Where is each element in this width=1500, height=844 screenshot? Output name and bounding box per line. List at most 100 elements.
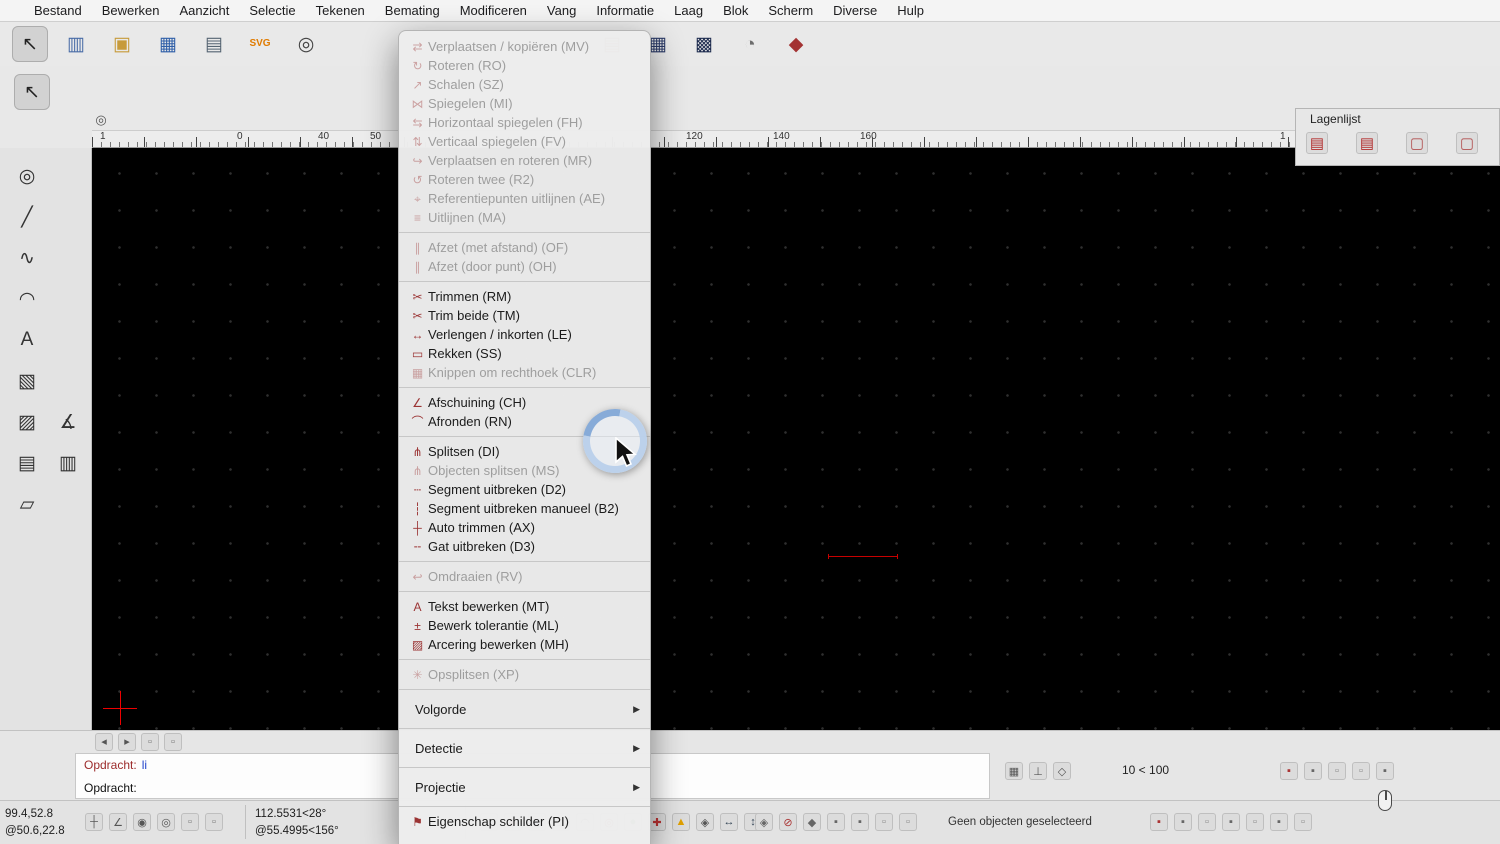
menu-item-volgorde[interactable]: Volgorde ▶ xyxy=(399,695,650,723)
layer-edit-button[interactable]: ▢ xyxy=(1406,132,1428,154)
menu-item-projectie[interactable]: Projectie ▶ xyxy=(399,773,650,801)
save-file-button[interactable]: ▦ xyxy=(150,26,186,62)
menu-item-objecten-splitsen-ms[interactable]: ⋔ Objecten splitsen (MS) xyxy=(399,461,650,480)
menu-item-auto-trimmen-ax[interactable]: ┼ Auto trimmen (AX) xyxy=(399,518,650,537)
menu-item-gat-uitbreken-d3[interactable]: ╌ Gat uitbreken (D3) xyxy=(399,537,650,556)
coord-polar-button[interactable]: ∠ xyxy=(109,813,127,831)
menubar-item-hulp[interactable]: Hulp xyxy=(887,0,934,22)
menu-item-segment-uitbreken-d2[interactable]: ┄ Segment uitbreken (D2) xyxy=(399,480,650,499)
view-widget-2-button[interactable]: ▪ xyxy=(1304,762,1322,780)
snap-free-button[interactable]: ◈ xyxy=(696,813,714,831)
widgets-panel-button[interactable]: ▥ xyxy=(58,26,94,62)
layer-add-button[interactable]: ▤ xyxy=(1306,132,1328,154)
menubar-item-aanzicht[interactable]: Aanzicht xyxy=(170,0,240,22)
snap-exclude-button[interactable]: ⊘ xyxy=(779,813,797,831)
text-tool-button[interactable]: A xyxy=(9,322,45,358)
menu-item-uitlijnen-ma[interactable]: ≡ Uitlijnen (MA) xyxy=(399,208,650,227)
strip-back-button[interactable]: ◂ xyxy=(95,732,113,751)
strip-widget-1-button[interactable]: ▫ xyxy=(141,732,159,751)
pointer-tool-button[interactable]: ↖ xyxy=(12,26,48,62)
dark-panel-button[interactable]: ▩ xyxy=(686,26,722,62)
misc-widget-4-button[interactable]: ▪ xyxy=(1222,813,1240,831)
snap-widget-1-button[interactable]: ▪ xyxy=(827,813,845,831)
menubar-item-laag[interactable]: Laag xyxy=(664,0,713,22)
menu-item-detectie[interactable]: Detectie ▶ xyxy=(399,734,650,762)
snap-entity-end-button[interactable]: ◆ xyxy=(803,813,821,831)
menu-item-omdraaien-rv[interactable]: ↩ Omdraaien (RV) xyxy=(399,567,650,586)
snap-widget-4-button[interactable]: ▫ xyxy=(899,813,917,831)
menu-item-roteren-twee-r2[interactable]: ↺ Roteren twee (R2) xyxy=(399,170,650,189)
layer-toggle-button[interactable]: ▢ xyxy=(1456,132,1478,154)
view-widget-4-button[interactable]: ▫ xyxy=(1352,762,1370,780)
misc-widget-2-button[interactable]: ▪ xyxy=(1174,813,1192,831)
menu-item-afschuining-ch[interactable]: ∠ Afschuining (CH) xyxy=(399,393,650,412)
menu-item-afzet-door-punt-oh[interactable]: ∥ Afzet (door punt) (OH) xyxy=(399,257,650,276)
menu-item-verplaatsen-en-roteren-mr[interactable]: ↪ Verplaatsen en roteren (MR) xyxy=(399,151,650,170)
menubar-item-informatie[interactable]: Informatie xyxy=(586,0,664,22)
menu-item-horizontaal-spiegelen-fh[interactable]: ⇆ Horizontaal spiegelen (FH) xyxy=(399,113,650,132)
zoom-small-button[interactable]: ◎ xyxy=(90,108,112,130)
menu-item-bewerk-tolerantie-ml[interactable]: ± Bewerk tolerantie (ML) xyxy=(399,616,650,635)
menu-item-verlengen-inkorten-le[interactable]: ↔ Verlengen / inkorten (LE) xyxy=(399,325,650,344)
coord-widget-2-button[interactable]: ▫ xyxy=(205,813,223,831)
pattern-tool-button[interactable]: ▥ xyxy=(50,445,86,481)
snap-reference-button[interactable]: ▲ xyxy=(672,813,690,831)
menu-item-verplaatsen-kopi-ren-mv[interactable]: ⇄ Verplaatsen / kopiëren (MV) xyxy=(399,37,650,56)
svg-export-button[interactable]: SVG xyxy=(242,26,278,62)
menubar-item-bemating[interactable]: Bemating xyxy=(375,0,450,22)
menubar-item-bestand[interactable]: Bestand xyxy=(24,0,92,22)
menubar-item-modificeren[interactable]: Modificeren xyxy=(450,0,537,22)
menubar-item-bewerken[interactable]: Bewerken xyxy=(92,0,170,22)
coord-widget-1-button[interactable]: ▫ xyxy=(181,813,199,831)
measure-tool-button[interactable]: ∡ xyxy=(50,404,86,440)
grid-toggle-button[interactable]: ▦ xyxy=(1005,762,1023,780)
coord-cartesian-button[interactable]: ┼ xyxy=(85,813,103,831)
menubar-item-blok[interactable]: Blok xyxy=(713,0,758,22)
menu-item-opsplitsen-xp[interactable]: ✳ Opsplitsen (XP) xyxy=(399,665,650,684)
image-tool-button[interactable]: ▧ xyxy=(9,363,45,399)
drawn-line-entity[interactable] xyxy=(828,554,898,559)
menu-item-schalen-sz[interactable]: ↗ Schalen (SZ) xyxy=(399,75,650,94)
drawing-canvas[interactable] xyxy=(92,148,1500,730)
strip-widget-2-button[interactable]: ▫ xyxy=(164,732,182,751)
view-widget-3-button[interactable]: ▫ xyxy=(1328,762,1346,780)
menu-item-trim-beide-tm[interactable]: ✂ Trim beide (TM) xyxy=(399,306,650,325)
library-browser-button[interactable]: ◆ xyxy=(778,26,814,62)
menubar-item-tekenen[interactable]: Tekenen xyxy=(306,0,375,22)
snap-widget-3-button[interactable]: ▫ xyxy=(875,813,893,831)
print-button[interactable]: ▤ xyxy=(196,26,232,62)
polyline-tool-button[interactable]: ∿ xyxy=(9,240,45,276)
ortho-toggle-button[interactable]: ⊥ xyxy=(1029,762,1047,780)
menu-item-verticaal-spiegelen-fv[interactable]: ⇅ Verticaal spiegelen (FV) xyxy=(399,132,650,151)
misc-widget-6-button[interactable]: ▪ xyxy=(1270,813,1288,831)
menu-item-splitsen-di[interactable]: ⋔ Splitsen (DI) xyxy=(399,442,650,461)
snap-auto-button[interactable]: ◈ xyxy=(755,813,773,831)
gradient-tool-button[interactable]: ▤ xyxy=(9,445,45,481)
selection-pointer-button[interactable]: ↖ xyxy=(14,74,50,110)
menubar-item-vang[interactable]: Vang xyxy=(537,0,586,22)
menu-item-trimmen-rm[interactable]: ✂ Trimmen (RM) xyxy=(399,287,650,306)
menu-item-afzet-met-afstand-of[interactable]: ∥ Afzet (met afstand) (OF) xyxy=(399,238,650,257)
snap-widget-2-button[interactable]: ▪ xyxy=(851,813,869,831)
menu-item-rekken-ss[interactable]: ▭ Rekken (SS) xyxy=(399,344,650,363)
line-tool-button[interactable]: ╱ xyxy=(9,199,45,235)
hatch-tool-button[interactable]: ▨ xyxy=(9,404,45,440)
menu-item-segment-uitbreken-manueel-b2[interactable]: ┆ Segment uitbreken manueel (B2) xyxy=(399,499,650,518)
restrict-horizontal-button[interactable]: ↔ xyxy=(720,813,738,831)
menu-item-arcering-bewerken-mh[interactable]: ▨ Arcering bewerken (MH) xyxy=(399,635,650,654)
solid-tool-button[interactable]: ▱ xyxy=(9,486,45,522)
coord-relative-button[interactable]: ◎ xyxy=(157,813,175,831)
menu-item-knippen-om-rechthoek-clr[interactable]: ▦ Knippen om rechthoek (CLR) xyxy=(399,363,650,382)
view-widget-1-button[interactable]: ▪ xyxy=(1280,762,1298,780)
menu-item-spiegelen-mi[interactable]: ⋈ Spiegelen (MI) xyxy=(399,94,650,113)
menubar-item-diverse[interactable]: Diverse xyxy=(823,0,887,22)
misc-widget-5-button[interactable]: ▫ xyxy=(1246,813,1264,831)
arc-tool-button[interactable]: ◠ xyxy=(9,281,45,317)
open-file-button[interactable]: ▣ xyxy=(104,26,140,62)
isometric-toggle-button[interactable]: ◇ xyxy=(1053,762,1071,780)
protractor-button[interactable]: ◔ xyxy=(732,26,768,62)
menu-item-tekst-bewerken-mt[interactable]: A Tekst bewerken (MT) xyxy=(399,597,650,616)
zoom-page-button[interactable]: ◎ xyxy=(288,26,324,62)
menu-item-roteren-ro[interactable]: ↻ Roteren (RO) xyxy=(399,56,650,75)
menu-item-referentiepunten-uitlijnen-ae[interactable]: ⌖ Referentiepunten uitlijnen (AE) xyxy=(399,189,650,208)
